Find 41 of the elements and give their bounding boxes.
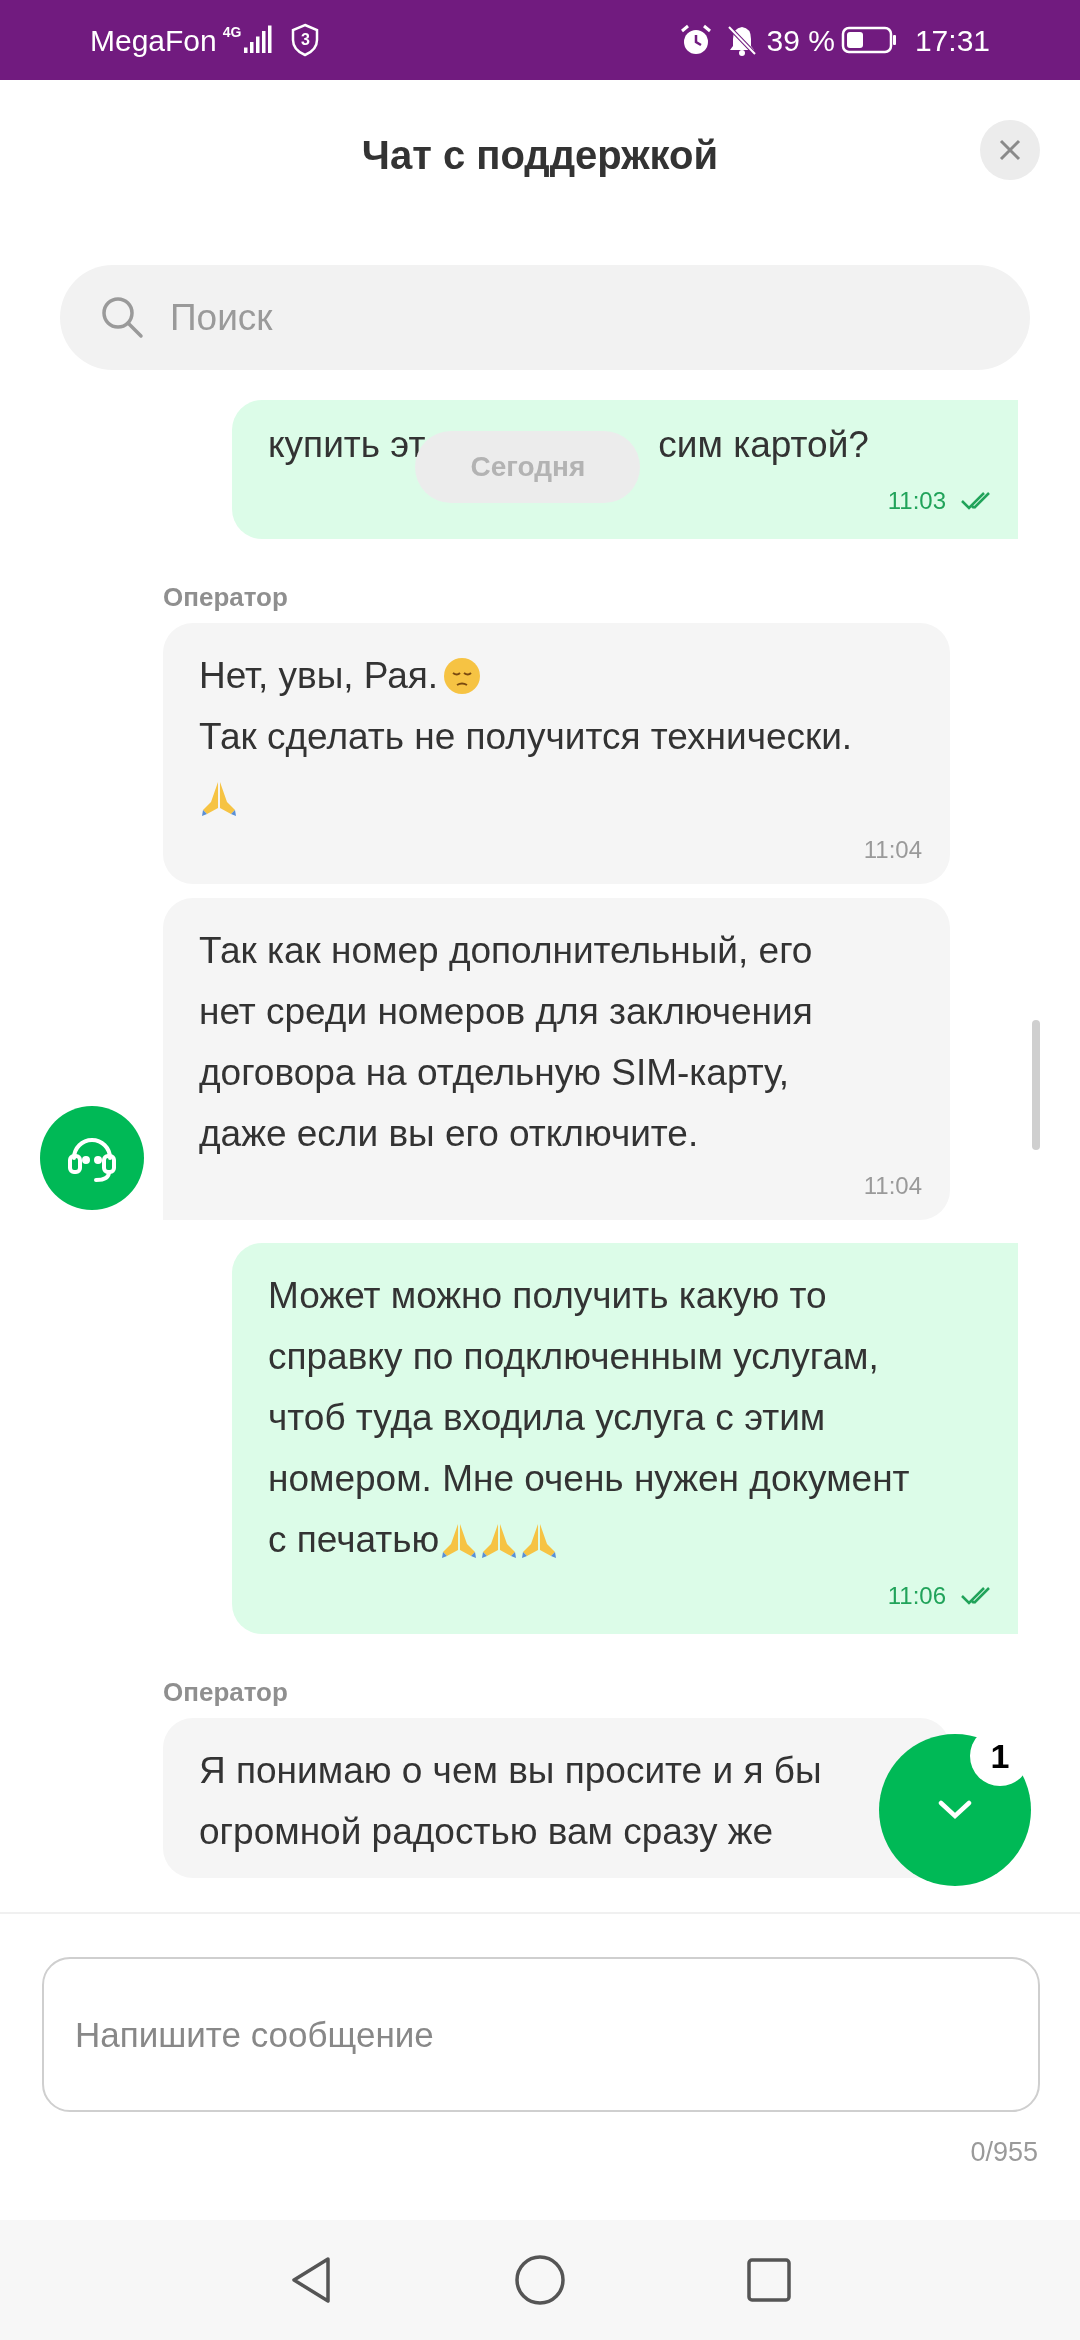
battery-icon (840, 25, 897, 55)
message-text: Так сделать не получится технически. (199, 714, 853, 759)
shield-icon (290, 23, 321, 57)
signal-icon (244, 25, 275, 55)
carrier-name: MegaFon (90, 22, 217, 59)
battery-percent: 39 % (766, 22, 835, 59)
search-field[interactable]: Поиск (60, 265, 1030, 370)
message-text: даже если вы его отключите. (199, 1111, 699, 1156)
sender-name: Оператор (163, 1676, 289, 1708)
message-text: нет среди номеров для заключения (199, 989, 813, 1034)
message-text: Может можно получить какую то (268, 1273, 827, 1318)
close-icon (999, 139, 1021, 161)
search-icon (100, 295, 144, 339)
message-time: 11:03 (887, 486, 946, 516)
message-text: огромной радостью вам сразу же (199, 1809, 774, 1854)
message-text: Так как номер дополнительный, его (199, 928, 813, 973)
message-text: справку по подключенным услугам, (268, 1334, 879, 1379)
character-counter: 0/955 (970, 2136, 1038, 2169)
message-time: 11:04 (863, 1171, 922, 1201)
message-text: купить эт (268, 422, 426, 467)
home-icon[interactable] (514, 2254, 566, 2306)
chat-title: Чат с поддержкой (361, 132, 719, 179)
clock: 17:31 (914, 22, 990, 59)
scrollbar-thumb[interactable] (1032, 1020, 1040, 1150)
recents-icon[interactable] (746, 2257, 792, 2303)
message-text: номером. Мне очень нужен документ (268, 1456, 910, 1501)
message-text: Я понимаю о чем вы просите и я бы (199, 1748, 822, 1793)
sender-name: Оператор (163, 581, 289, 613)
message-time: 11:04 (863, 835, 922, 865)
message-text: договора на отдельную SIM-карту, (199, 1050, 790, 1095)
message-input-field[interactable]: Напишите сообщение (42, 1957, 1040, 2112)
network-type: 4G (222, 25, 242, 39)
alarm-icon (678, 23, 713, 57)
message-text: чтоб туда входила услуга с этим (268, 1395, 826, 1440)
sim-number: 3 (301, 30, 310, 50)
message-text: сим картой? (658, 422, 869, 467)
message-text: с печатью (268, 1517, 440, 1562)
message-text: Нет, увы, Рая. (199, 653, 439, 698)
pensive-face-icon (442, 655, 483, 696)
chevron-down-icon (938, 1800, 972, 1820)
message-time: 11:06 (887, 1581, 946, 1611)
